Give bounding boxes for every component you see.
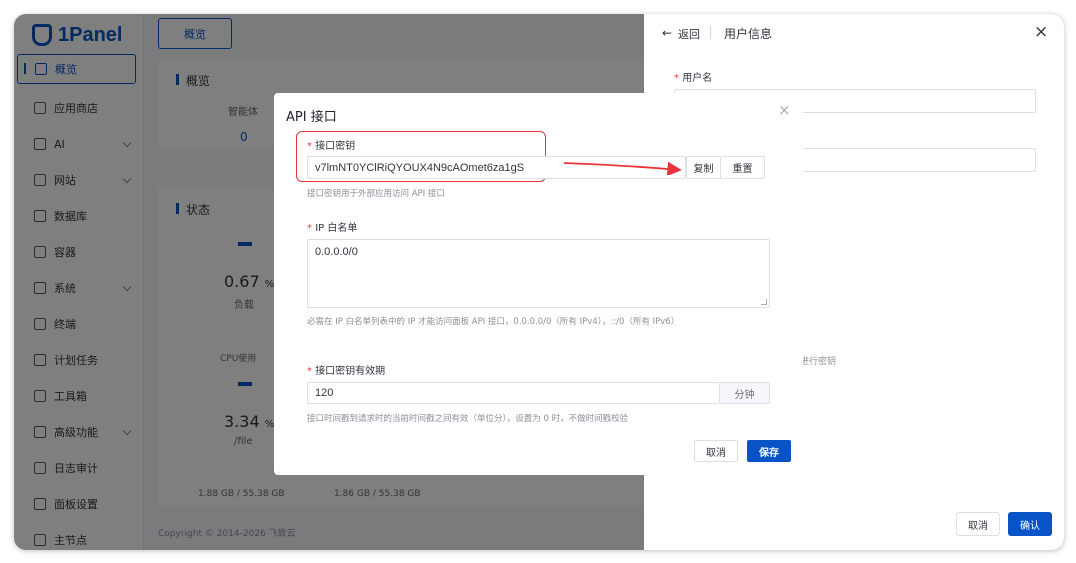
app-window: 1Panel 概览应用商店AI网站数据库容器系统终端计划任务工具箱高级功能日志审… [14,14,1064,550]
drawer-hint: 进行密钥 [800,357,837,367]
close-icon[interactable]: × [778,101,791,119]
save-button[interactable]: 保存 [747,440,791,462]
username-label: * 用户名 [674,69,712,84]
drawer-confirm-button[interactable]: 确认 [1008,512,1052,536]
validity-unit: 分钟 [720,382,770,404]
cancel-button[interactable]: 取消 [694,440,738,462]
required-mark: * [307,366,316,377]
username-label-text: 用户名 [682,73,713,84]
required-mark: * [307,141,316,152]
validity-input[interactable]: 120 [307,382,720,404]
drawer-cancel-button[interactable]: 取消 [956,512,1000,536]
close-icon[interactable]: × [1034,22,1048,42]
whitelist-hint: 必需在 IP 白名单列表中的 IP 才能访问面板 API 接口，0.0.0.0/… [307,317,680,327]
whitelist-label: * IP 白名单 [307,219,357,234]
back-arrow-icon[interactable]: ← [662,26,672,40]
annotation-arrow-icon [563,161,682,175]
back-button[interactable]: 返回 [678,26,700,42]
validity-label-text: 接口密钥有效期 [315,366,386,377]
header-divider [710,26,711,39]
whitelist-value: 0.0.0.0/0 [315,246,358,258]
whitelist-label-text: IP 白名单 [315,223,358,234]
reset-button[interactable]: 重置 [720,156,765,179]
copy-button[interactable]: 复制 [686,156,721,179]
drawer-header: ← 返回 用户信息 × [644,14,1064,50]
drawer-title: 用户信息 [724,27,773,41]
validity-hint: 接口时间戳到请求时的当前时间戳之间有效（单位分），设置为 0 时，不做时间戳校验 [307,414,629,424]
dialog-title: API 接口 [286,110,337,125]
validity-label: * 接口密钥有效期 [307,362,385,377]
resize-handle-icon[interactable] [761,299,767,305]
required-mark: * [674,73,683,84]
required-mark: * [307,223,316,234]
api-key-label: * 接口密钥 [307,137,355,152]
api-dialog: API 接口 × * 接口密钥 v7lmNT0YClRiQYOUX4N9cAOm… [274,93,803,475]
api-key-label-text: 接口密钥 [315,141,356,152]
whitelist-textarea[interactable]: 0.0.0.0/0 [307,239,770,308]
api-key-hint: 接口密钥用于外部应用访问 API 接口 [307,189,445,199]
